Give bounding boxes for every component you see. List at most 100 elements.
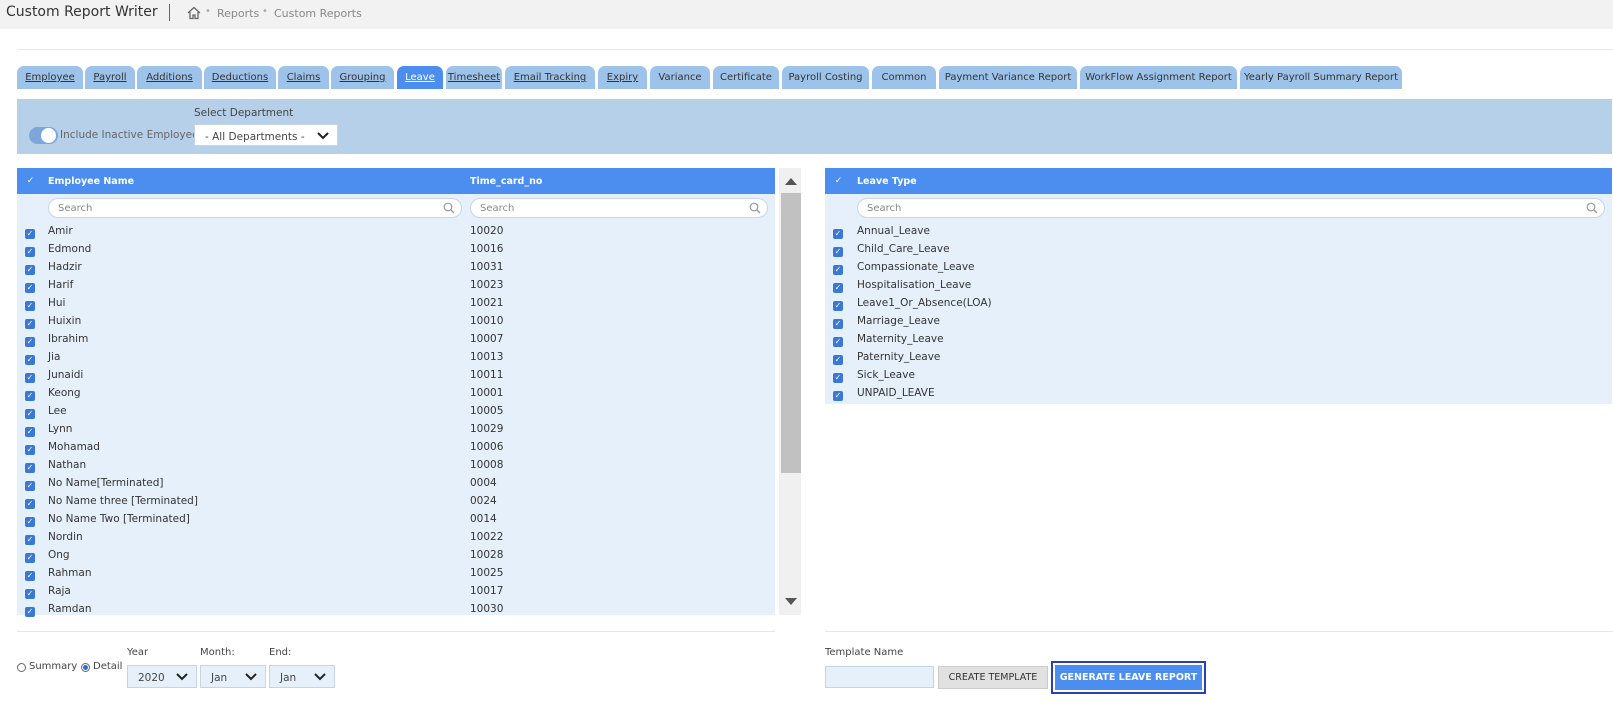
tab-payment-variance-report[interactable]: Payment Variance Report	[939, 66, 1077, 89]
tab-yearly-payroll-summary-report[interactable]: Yearly Payroll Summary Report	[1240, 66, 1402, 89]
table-row[interactable]: ✓ Hui 10021	[17, 296, 775, 314]
list-item[interactable]: ✓ Compassionate_Leave	[825, 260, 1612, 278]
list-item[interactable]: ✓ Paternity_Leave	[825, 350, 1612, 368]
list-item[interactable]: ✓ Hospitalisation_Leave	[825, 278, 1612, 296]
table-row[interactable]: ✓ Keong 10001	[17, 386, 775, 404]
tab-payroll[interactable]: Payroll	[85, 66, 135, 89]
row-checkbox[interactable]: ✓	[833, 337, 843, 347]
tab-certificate[interactable]: Certificate	[713, 66, 779, 89]
breadcrumb-reports[interactable]: Reports	[217, 7, 259, 20]
select-all-leave-checkbox[interactable]: ✓	[833, 176, 844, 187]
table-row[interactable]: ✓ Lee 10005	[17, 404, 775, 422]
detail-radio[interactable]	[81, 663, 90, 672]
row-checkbox[interactable]: ✓	[25, 589, 35, 599]
row-checkbox[interactable]: ✓	[25, 301, 35, 311]
generate-leave-report-button[interactable]: GENERATE LEAVE REPORT	[1051, 661, 1206, 694]
row-checkbox[interactable]: ✓	[25, 247, 35, 257]
include-inactive-toggle[interactable]	[29, 127, 58, 144]
create-template-button[interactable]: CREATE TEMPLATE	[938, 666, 1048, 689]
table-row[interactable]: ✓ No Name three [Terminated] 0024	[17, 494, 775, 512]
list-item[interactable]: ✓ Annual_Leave	[825, 224, 1612, 242]
department-select[interactable]: - All Departments -	[194, 124, 338, 146]
scroll-down-icon[interactable]	[785, 598, 797, 605]
table-row[interactable]: ✓ No Name Two [Terminated] 0014	[17, 512, 775, 530]
row-checkbox[interactable]: ✓	[25, 373, 35, 383]
tab-expiry[interactable]: Expiry	[598, 66, 647, 89]
row-checkbox[interactable]: ✓	[25, 337, 35, 347]
row-checkbox[interactable]: ✓	[25, 265, 35, 275]
table-row[interactable]: ✓ Lynn 10029	[17, 422, 775, 440]
table-row[interactable]: ✓ Raja 10017	[17, 584, 775, 602]
list-item[interactable]: ✓ UNPAID_LEAVE	[825, 386, 1612, 404]
list-item[interactable]: ✓ Sick_Leave	[825, 368, 1612, 386]
row-checkbox[interactable]: ✓	[25, 283, 35, 293]
table-row[interactable]: ✓ Harif 10023	[17, 278, 775, 296]
row-checkbox[interactable]: ✓	[833, 355, 843, 365]
row-checkbox[interactable]: ✓	[833, 373, 843, 383]
table-row[interactable]: ✓ Ong 10028	[17, 548, 775, 566]
row-checkbox[interactable]: ✓	[833, 319, 843, 329]
scroll-up-icon[interactable]	[785, 178, 797, 185]
end-month-select[interactable]: Jan	[269, 665, 335, 688]
employee-scrollbar[interactable]	[779, 168, 801, 615]
row-checkbox[interactable]: ✓	[25, 535, 35, 545]
table-row[interactable]: ✓ Mohamad 10006	[17, 440, 775, 458]
tab-workflow-assignment-report[interactable]: WorkFlow Assignment Report	[1080, 66, 1237, 89]
row-checkbox[interactable]: ✓	[25, 481, 35, 491]
row-checkbox[interactable]: ✓	[25, 319, 35, 329]
tab-claims[interactable]: Claims	[278, 66, 329, 89]
tab-additions[interactable]: Additions	[137, 66, 202, 89]
year-select[interactable]: 2020	[127, 665, 197, 688]
row-checkbox[interactable]: ✓	[25, 499, 35, 509]
row-checkbox[interactable]: ✓	[25, 409, 35, 419]
row-checkbox[interactable]: ✓	[833, 229, 843, 239]
tab-deductions[interactable]: Deductions	[204, 66, 276, 89]
tab-grouping[interactable]: Grouping	[331, 66, 394, 89]
row-checkbox[interactable]: ✓	[25, 355, 35, 365]
tab-employee[interactable]: Employee	[17, 66, 83, 89]
table-row[interactable]: ✓ Amir 10020	[17, 224, 775, 242]
scroll-thumb[interactable]	[781, 193, 801, 473]
tab-email-tracking[interactable]: Email Tracking	[505, 66, 595, 89]
tab-common[interactable]: Common	[872, 66, 936, 89]
tab-leave[interactable]: Leave	[397, 66, 443, 89]
table-row[interactable]: ✓ Nordin 10022	[17, 530, 775, 548]
tab-variance[interactable]: Variance	[650, 66, 710, 89]
select-all-employees-checkbox[interactable]: ✓	[25, 176, 36, 187]
row-checkbox[interactable]: ✓	[25, 427, 35, 437]
home-icon[interactable]	[187, 6, 201, 20]
table-row[interactable]: ✓ Edmond 10016	[17, 242, 775, 260]
row-checkbox[interactable]: ✓	[25, 229, 35, 239]
table-row[interactable]: ✓ Rahman 10025	[17, 566, 775, 584]
row-checkbox[interactable]: ✓	[25, 445, 35, 455]
tab-timesheet[interactable]: Timesheet	[446, 66, 502, 89]
tab-payroll-costing[interactable]: Payroll Costing	[782, 66, 869, 89]
row-checkbox[interactable]: ✓	[833, 391, 843, 401]
row-checkbox[interactable]: ✓	[25, 607, 35, 617]
time-card-search[interactable]: Search	[470, 198, 768, 218]
employee-name-search[interactable]: Search	[48, 198, 462, 218]
row-checkbox[interactable]: ✓	[25, 463, 35, 473]
list-item[interactable]: ✓ Child_Care_Leave	[825, 242, 1612, 260]
leave-type-search[interactable]: Search	[857, 198, 1605, 218]
row-checkbox[interactable]: ✓	[25, 571, 35, 581]
table-row[interactable]: ✓ No Name[Terminated] 0004	[17, 476, 775, 494]
row-checkbox[interactable]: ✓	[833, 265, 843, 275]
summary-radio[interactable]	[17, 663, 26, 672]
list-item[interactable]: ✓ Leave1_Or_Absence(LOA)	[825, 296, 1612, 314]
table-row[interactable]: ✓ Jia 10013	[17, 350, 775, 368]
month-select[interactable]: Jan	[200, 665, 266, 688]
row-checkbox[interactable]: ✓	[25, 391, 35, 401]
row-checkbox[interactable]: ✓	[25, 517, 35, 527]
row-checkbox[interactable]: ✓	[833, 283, 843, 293]
template-name-input[interactable]	[825, 666, 934, 688]
table-row[interactable]: ✓ Hadzir 10031	[17, 260, 775, 278]
table-row[interactable]: ✓ Junaidi 10011	[17, 368, 775, 386]
list-item[interactable]: ✓ Maternity_Leave	[825, 332, 1612, 350]
list-item[interactable]: ✓ Marriage_Leave	[825, 314, 1612, 332]
row-checkbox[interactable]: ✓	[833, 247, 843, 257]
row-checkbox[interactable]: ✓	[25, 553, 35, 563]
table-row[interactable]: ✓ Nathan 10008	[17, 458, 775, 476]
table-row[interactable]: ✓ Huixin 10010	[17, 314, 775, 332]
table-row[interactable]: ✓ Ibrahim 10007	[17, 332, 775, 350]
